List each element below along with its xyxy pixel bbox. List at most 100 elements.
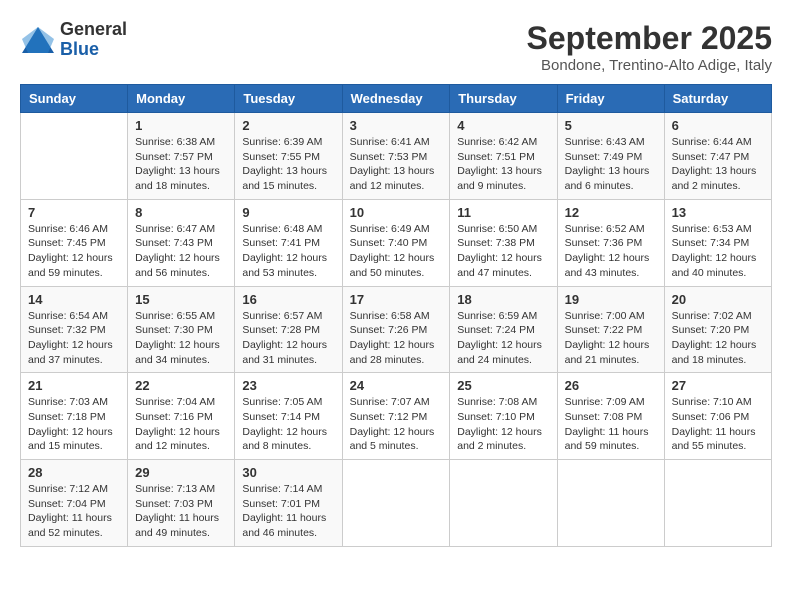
day-number: 16 bbox=[242, 292, 334, 307]
day-number: 28 bbox=[28, 465, 120, 480]
cell-content: Sunrise: 6:41 AMSunset: 7:53 PMDaylight:… bbox=[350, 135, 443, 194]
cell-content: Sunrise: 6:59 AMSunset: 7:24 PMDaylight:… bbox=[457, 309, 549, 368]
day-number: 25 bbox=[457, 378, 549, 393]
weekday-header-wednesday: Wednesday bbox=[342, 85, 450, 113]
weekday-header-monday: Monday bbox=[128, 85, 235, 113]
day-number: 18 bbox=[457, 292, 549, 307]
day-number: 17 bbox=[350, 292, 443, 307]
cell-content: Sunrise: 6:46 AMSunset: 7:45 PMDaylight:… bbox=[28, 222, 120, 281]
cell-content: Sunrise: 6:44 AMSunset: 7:47 PMDaylight:… bbox=[672, 135, 764, 194]
day-number: 20 bbox=[672, 292, 764, 307]
cell-content: Sunrise: 7:08 AMSunset: 7:10 PMDaylight:… bbox=[457, 395, 549, 454]
week-row-2: 7 Sunrise: 6:46 AMSunset: 7:45 PMDaylight… bbox=[21, 199, 772, 286]
month-title: September 2025 bbox=[527, 20, 772, 57]
day-number: 5 bbox=[565, 118, 657, 133]
week-row-5: 28 Sunrise: 7:12 AMSunset: 7:04 PMDayligh… bbox=[21, 460, 772, 547]
calendar-cell: 1 Sunrise: 6:38 AMSunset: 7:57 PMDaylight… bbox=[128, 113, 235, 200]
weekday-header-friday: Friday bbox=[557, 85, 664, 113]
cell-content: Sunrise: 6:52 AMSunset: 7:36 PMDaylight:… bbox=[565, 222, 657, 281]
calendar-cell: 22Sunrise: 7:04 AMSunset: 7:16 PMDayligh… bbox=[128, 373, 235, 460]
cell-content: Sunrise: 7:12 AMSunset: 7:04 PMDaylight:… bbox=[28, 482, 120, 541]
calendar-cell: 7 Sunrise: 6:46 AMSunset: 7:45 PMDaylight… bbox=[21, 199, 128, 286]
day-number: 30 bbox=[242, 465, 334, 480]
cell-content: Sunrise: 6:48 AMSunset: 7:41 PMDaylight:… bbox=[242, 222, 334, 281]
cell-content: Sunrise: 7:13 AMSunset: 7:03 PMDaylight:… bbox=[135, 482, 227, 541]
location: Bondone, Trentino-Alto Adige, Italy bbox=[527, 57, 772, 74]
weekday-header-tuesday: Tuesday bbox=[235, 85, 342, 113]
calendar-cell bbox=[664, 460, 771, 547]
week-row-4: 21 Sunrise: 7:03 AMSunset: 7:18 PMDayligh… bbox=[21, 373, 772, 460]
cell-content: Sunrise: 6:55 AMSunset: 7:30 PMDaylight:… bbox=[135, 309, 227, 368]
calendar-cell: 29 Sunrise: 7:13 AMSunset: 7:03 PMDayligh… bbox=[128, 460, 235, 547]
day-number: 26 bbox=[565, 378, 657, 393]
cell-content: Sunrise: 7:09 AMSunset: 7:08 PMDaylight:… bbox=[565, 395, 657, 454]
day-number: 23 bbox=[242, 378, 334, 393]
calendar-cell: 23 Sunrise: 7:05 AMSunset: 7:14 PMDayligh… bbox=[235, 373, 342, 460]
cell-content: Sunrise: 6:38 AMSunset: 7:57 PMDaylight:… bbox=[135, 135, 227, 194]
calendar-cell: 17 Sunrise: 6:58 AMSunset: 7:26 PMDayligh… bbox=[342, 286, 450, 373]
day-number: 19 bbox=[565, 292, 657, 307]
day-number: 15 bbox=[135, 292, 227, 307]
calendar-cell: 12 Sunrise: 6:52 AMSunset: 7:36 PMDayligh… bbox=[557, 199, 664, 286]
calendar-cell: 5 Sunrise: 6:43 AMSunset: 7:49 PMDaylight… bbox=[557, 113, 664, 200]
cell-content: Sunrise: 6:53 AMSunset: 7:34 PMDaylight:… bbox=[672, 222, 764, 281]
cell-content: Sunrise: 7:03 AMSunset: 7:18 PMDaylight:… bbox=[28, 395, 120, 454]
cell-content: Sunrise: 6:39 AMSunset: 7:55 PMDaylight:… bbox=[242, 135, 334, 194]
cell-content: Sunrise: 6:49 AMSunset: 7:40 PMDaylight:… bbox=[350, 222, 443, 281]
calendar-cell: 15 Sunrise: 6:55 AMSunset: 7:30 PMDayligh… bbox=[128, 286, 235, 373]
day-number: 13 bbox=[672, 205, 764, 220]
title-block: September 2025 Bondone, Trentino-Alto Ad… bbox=[527, 20, 772, 74]
day-number: 6 bbox=[672, 118, 764, 133]
weekday-header-saturday: Saturday bbox=[664, 85, 771, 113]
cell-content: Sunrise: 7:04 AMSunset: 7:16 PMDaylight:… bbox=[135, 395, 227, 454]
cell-content: Sunrise: 6:43 AMSunset: 7:49 PMDaylight:… bbox=[565, 135, 657, 194]
day-number: 27 bbox=[672, 378, 764, 393]
calendar-cell: 3Sunrise: 6:41 AMSunset: 7:53 PMDaylight… bbox=[342, 113, 450, 200]
calendar-cell bbox=[557, 460, 664, 547]
cell-content: Sunrise: 7:00 AMSunset: 7:22 PMDaylight:… bbox=[565, 309, 657, 368]
day-number: 7 bbox=[28, 205, 120, 220]
day-number: 14 bbox=[28, 292, 120, 307]
page-header: General Blue September 2025 Bondone, Tre… bbox=[20, 20, 772, 74]
calendar-cell: 13 Sunrise: 6:53 AMSunset: 7:34 PMDayligh… bbox=[664, 199, 771, 286]
calendar-cell bbox=[342, 460, 450, 547]
calendar-cell: 28 Sunrise: 7:12 AMSunset: 7:04 PMDayligh… bbox=[21, 460, 128, 547]
calendar-cell: 27 Sunrise: 7:10 AMSunset: 7:06 PMDayligh… bbox=[664, 373, 771, 460]
logo: General Blue bbox=[20, 20, 127, 60]
day-number: 11 bbox=[457, 205, 549, 220]
calendar-cell: 6 Sunrise: 6:44 AMSunset: 7:47 PMDaylight… bbox=[664, 113, 771, 200]
calendar-cell: 9 Sunrise: 6:48 AMSunset: 7:41 PMDaylight… bbox=[235, 199, 342, 286]
day-number: 29 bbox=[135, 465, 227, 480]
cell-content: Sunrise: 6:58 AMSunset: 7:26 PMDaylight:… bbox=[350, 309, 443, 368]
weekday-header-thursday: Thursday bbox=[450, 85, 557, 113]
cell-content: Sunrise: 6:47 AMSunset: 7:43 PMDaylight:… bbox=[135, 222, 227, 281]
calendar-cell: 20 Sunrise: 7:02 AMSunset: 7:20 PMDayligh… bbox=[664, 286, 771, 373]
calendar-cell: 26 Sunrise: 7:09 AMSunset: 7:08 PMDayligh… bbox=[557, 373, 664, 460]
calendar-cell: 11Sunrise: 6:50 AMSunset: 7:38 PMDayligh… bbox=[450, 199, 557, 286]
calendar-cell: 14 Sunrise: 6:54 AMSunset: 7:32 PMDayligh… bbox=[21, 286, 128, 373]
calendar-cell: 16Sunrise: 6:57 AMSunset: 7:28 PMDayligh… bbox=[235, 286, 342, 373]
day-number: 12 bbox=[565, 205, 657, 220]
logo-text: General Blue bbox=[60, 20, 127, 60]
calendar-cell: 18 Sunrise: 6:59 AMSunset: 7:24 PMDayligh… bbox=[450, 286, 557, 373]
day-number: 21 bbox=[28, 378, 120, 393]
calendar-cell: 30 Sunrise: 7:14 AMSunset: 7:01 PMDayligh… bbox=[235, 460, 342, 547]
cell-content: Sunrise: 7:14 AMSunset: 7:01 PMDaylight:… bbox=[242, 482, 334, 541]
weekday-header-row: SundayMondayTuesdayWednesdayThursdayFrid… bbox=[21, 85, 772, 113]
day-number: 10 bbox=[350, 205, 443, 220]
day-number: 1 bbox=[135, 118, 227, 133]
week-row-1: 1 Sunrise: 6:38 AMSunset: 7:57 PMDaylight… bbox=[21, 113, 772, 200]
day-number: 4 bbox=[457, 118, 549, 133]
calendar-cell: 19 Sunrise: 7:00 AMSunset: 7:22 PMDayligh… bbox=[557, 286, 664, 373]
day-number: 9 bbox=[242, 205, 334, 220]
cell-content: Sunrise: 6:42 AMSunset: 7:51 PMDaylight:… bbox=[457, 135, 549, 194]
cell-content: Sunrise: 6:54 AMSunset: 7:32 PMDaylight:… bbox=[28, 309, 120, 368]
calendar-table: SundayMondayTuesdayWednesdayThursdayFrid… bbox=[20, 84, 772, 547]
cell-content: Sunrise: 7:10 AMSunset: 7:06 PMDaylight:… bbox=[672, 395, 764, 454]
cell-content: Sunrise: 7:05 AMSunset: 7:14 PMDaylight:… bbox=[242, 395, 334, 454]
day-number: 2 bbox=[242, 118, 334, 133]
calendar-cell: 21 Sunrise: 7:03 AMSunset: 7:18 PMDayligh… bbox=[21, 373, 128, 460]
day-number: 24 bbox=[350, 378, 443, 393]
cell-content: Sunrise: 7:02 AMSunset: 7:20 PMDaylight:… bbox=[672, 309, 764, 368]
calendar-cell: 25 Sunrise: 7:08 AMSunset: 7:10 PMDayligh… bbox=[450, 373, 557, 460]
